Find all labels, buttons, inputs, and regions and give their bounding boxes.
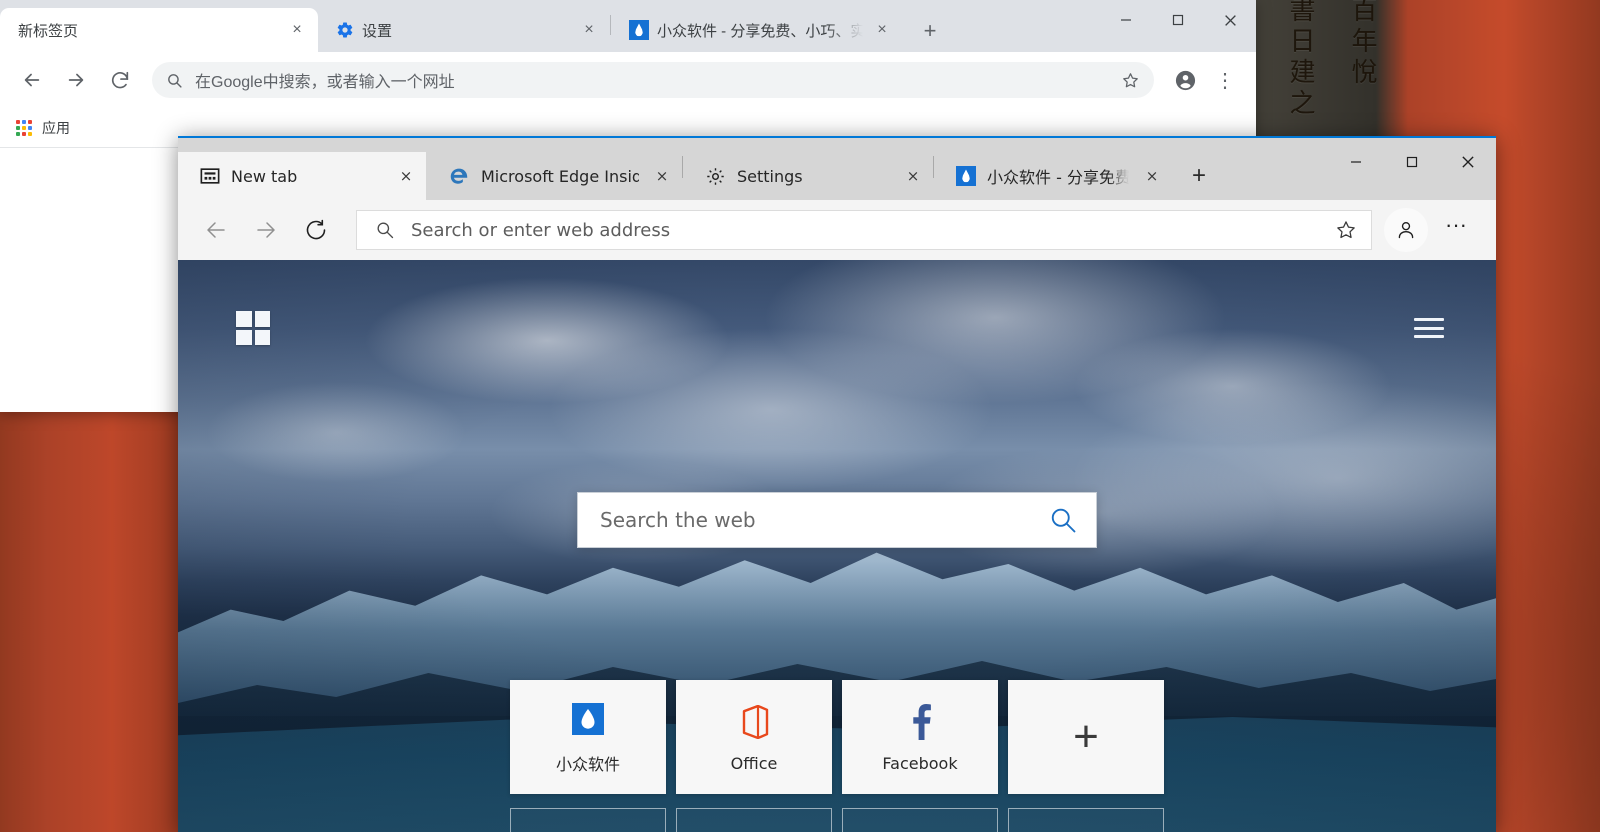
chrome-minimize-button[interactable] [1100,0,1152,40]
edge-forward-button[interactable] [244,208,288,252]
edge-tab-close-icon[interactable]: × [394,164,418,188]
edge-new-tab-page: Search the web 小众软件 Office Facebook + [178,260,1496,832]
ntp-empty-tile[interactable] [510,808,666,832]
windows-logo-icon[interactable] [236,311,270,345]
edge-tab-new-tab[interactable]: New tab × [178,152,426,200]
edge-tab-close-icon[interactable]: × [1140,164,1164,188]
screen: 書日建之 百年悅 新标签页 × 设置 × 小众软件 - 分享免费、小巧、实用 ×… [0,0,1600,832]
ntp-tile-add-site[interactable]: + [1008,680,1164,794]
chrome-maximize-button[interactable] [1152,0,1204,40]
chrome-tab-settings[interactable]: 设置 × [318,8,610,52]
ntp-search-box[interactable]: Search the web [577,492,1097,548]
edge-browser-window: New tab × Microsoft Edge Insider × [178,136,1496,832]
ntp-empty-tile[interactable] [676,808,832,832]
edge-tab-settings[interactable]: Settings × [683,152,933,200]
edge-back-button[interactable] [194,208,238,252]
favorite-star-icon[interactable] [1335,219,1357,241]
chrome-toolbar: 在Google中搜索，或者输入一个网址 ⋮ [0,52,1256,109]
search-icon [166,72,183,89]
edge-refresh-button[interactable] [294,208,338,252]
ntp-top-bar [178,304,1496,352]
chrome-tab-sspai[interactable]: 小众软件 - 分享免费、小巧、实用 × [611,8,903,52]
plus-icon: + [1073,712,1099,761]
edge-close-button[interactable] [1440,138,1496,186]
edge-tab-edge-insider[interactable]: Microsoft Edge Insider × [426,152,682,200]
ntp-tile-facebook[interactable]: Facebook [842,680,998,794]
chrome-tab-title: 小众软件 - 分享免费、小巧、实用 [657,22,863,40]
edge-address-placeholder: Search or enter web address [411,219,671,241]
chrome-reload-button[interactable] [100,60,140,100]
chrome-tab-title: 新标签页 [18,22,79,40]
edge-tab-close-icon[interactable]: × [650,164,674,188]
office-icon [739,702,769,742]
ntp-tile-office[interactable]: Office [676,680,832,794]
chrome-close-button[interactable] [1204,0,1256,40]
chrome-window-controls [1100,0,1256,40]
wallpaper-calligraphy-left: 書日建之 [1285,0,1315,120]
search-icon[interactable] [1048,505,1078,535]
chrome-menu-button[interactable]: ⋮ [1206,61,1244,99]
chrome-new-tab-button[interactable]: + [913,14,947,48]
ntp-tiles-row: 小众软件 Office Facebook + [178,680,1496,794]
chrome-omnibox[interactable]: 在Google中搜索，或者输入一个网址 [152,62,1154,98]
gear-icon [705,166,726,187]
ntp-search-wrapper: Search the web [178,492,1496,548]
bookmark-apps-label[interactable]: 应用 [42,118,70,138]
edge-address-bar[interactable]: Search or enter web address [356,210,1372,250]
edge-tab-title: Microsoft Edge Insider [481,166,639,186]
search-icon [375,220,395,240]
chrome-tab-close-icon[interactable]: × [871,19,893,41]
edge-new-tab-button[interactable]: + [1180,157,1218,195]
ntp-search-placeholder: Search the web [600,508,756,532]
chrome-omnibox-placeholder: 在Google中搜索，或者输入一个网址 [195,74,455,91]
edge-toolbar: Search or enter web address ··· [178,200,1496,260]
edge-tab-sspai[interactable]: 小众软件 - 分享免费、小巧 × [934,152,1172,200]
ntp-empty-tile[interactable] [1008,808,1164,832]
chrome-tab-close-icon[interactable]: × [286,19,308,41]
ntp-empty-tiles-row [178,808,1496,832]
chrome-tab-new-tab[interactable]: 新标签页 × [0,8,318,52]
edge-tab-title: New tab [231,166,298,186]
ntp-tile-label: Facebook [882,753,958,773]
chrome-forward-button[interactable] [56,60,96,100]
sspai-droplet-icon [956,166,976,186]
edge-toolbar-actions: ··· [1384,203,1478,257]
wallpaper-calligraphy-right: 百年悅 [1347,0,1377,89]
ntp-tile-label: 小众软件 [555,755,620,774]
ntp-tile-label: Office [730,753,778,773]
chrome-tab-strip: 新标签页 × 设置 × 小众软件 - 分享免费、小巧、实用 × + [0,0,1256,52]
ntp-empty-tile[interactable] [842,808,998,832]
chrome-profile-button[interactable] [1166,61,1204,99]
chrome-tab-title: 设置 [362,22,393,40]
hamburger-menu-icon[interactable] [1414,318,1444,338]
edge-tab-strip: New tab × Microsoft Edge Insider × [178,138,1496,200]
sspai-droplet-icon [629,20,649,40]
edge-maximize-button[interactable] [1384,138,1440,186]
edge-more-button[interactable]: ··· [1434,203,1478,257]
sspai-droplet-icon [572,699,604,739]
newtab-icon [200,166,220,186]
facebook-f-icon [907,702,933,742]
edge-minimize-button[interactable] [1328,138,1384,186]
chrome-tab-close-icon[interactable]: × [578,19,600,41]
gear-icon [336,21,354,39]
bookmark-star-icon[interactable] [1121,71,1140,90]
edge-tab-close-icon[interactable]: × [901,164,925,188]
ntp-tile-sspai[interactable]: 小众软件 [510,680,666,794]
edge-profile-button[interactable] [1384,208,1428,252]
chrome-back-button[interactable] [12,60,52,100]
edge-e-icon [448,165,470,187]
edge-window-controls [1328,138,1496,186]
chrome-toolbar-actions: ⋮ [1166,61,1244,99]
apps-grid-icon [16,120,32,136]
edge-tab-title: 小众软件 - 分享免费、小巧 [987,168,1129,187]
edge-tab-title: Settings [737,166,803,186]
